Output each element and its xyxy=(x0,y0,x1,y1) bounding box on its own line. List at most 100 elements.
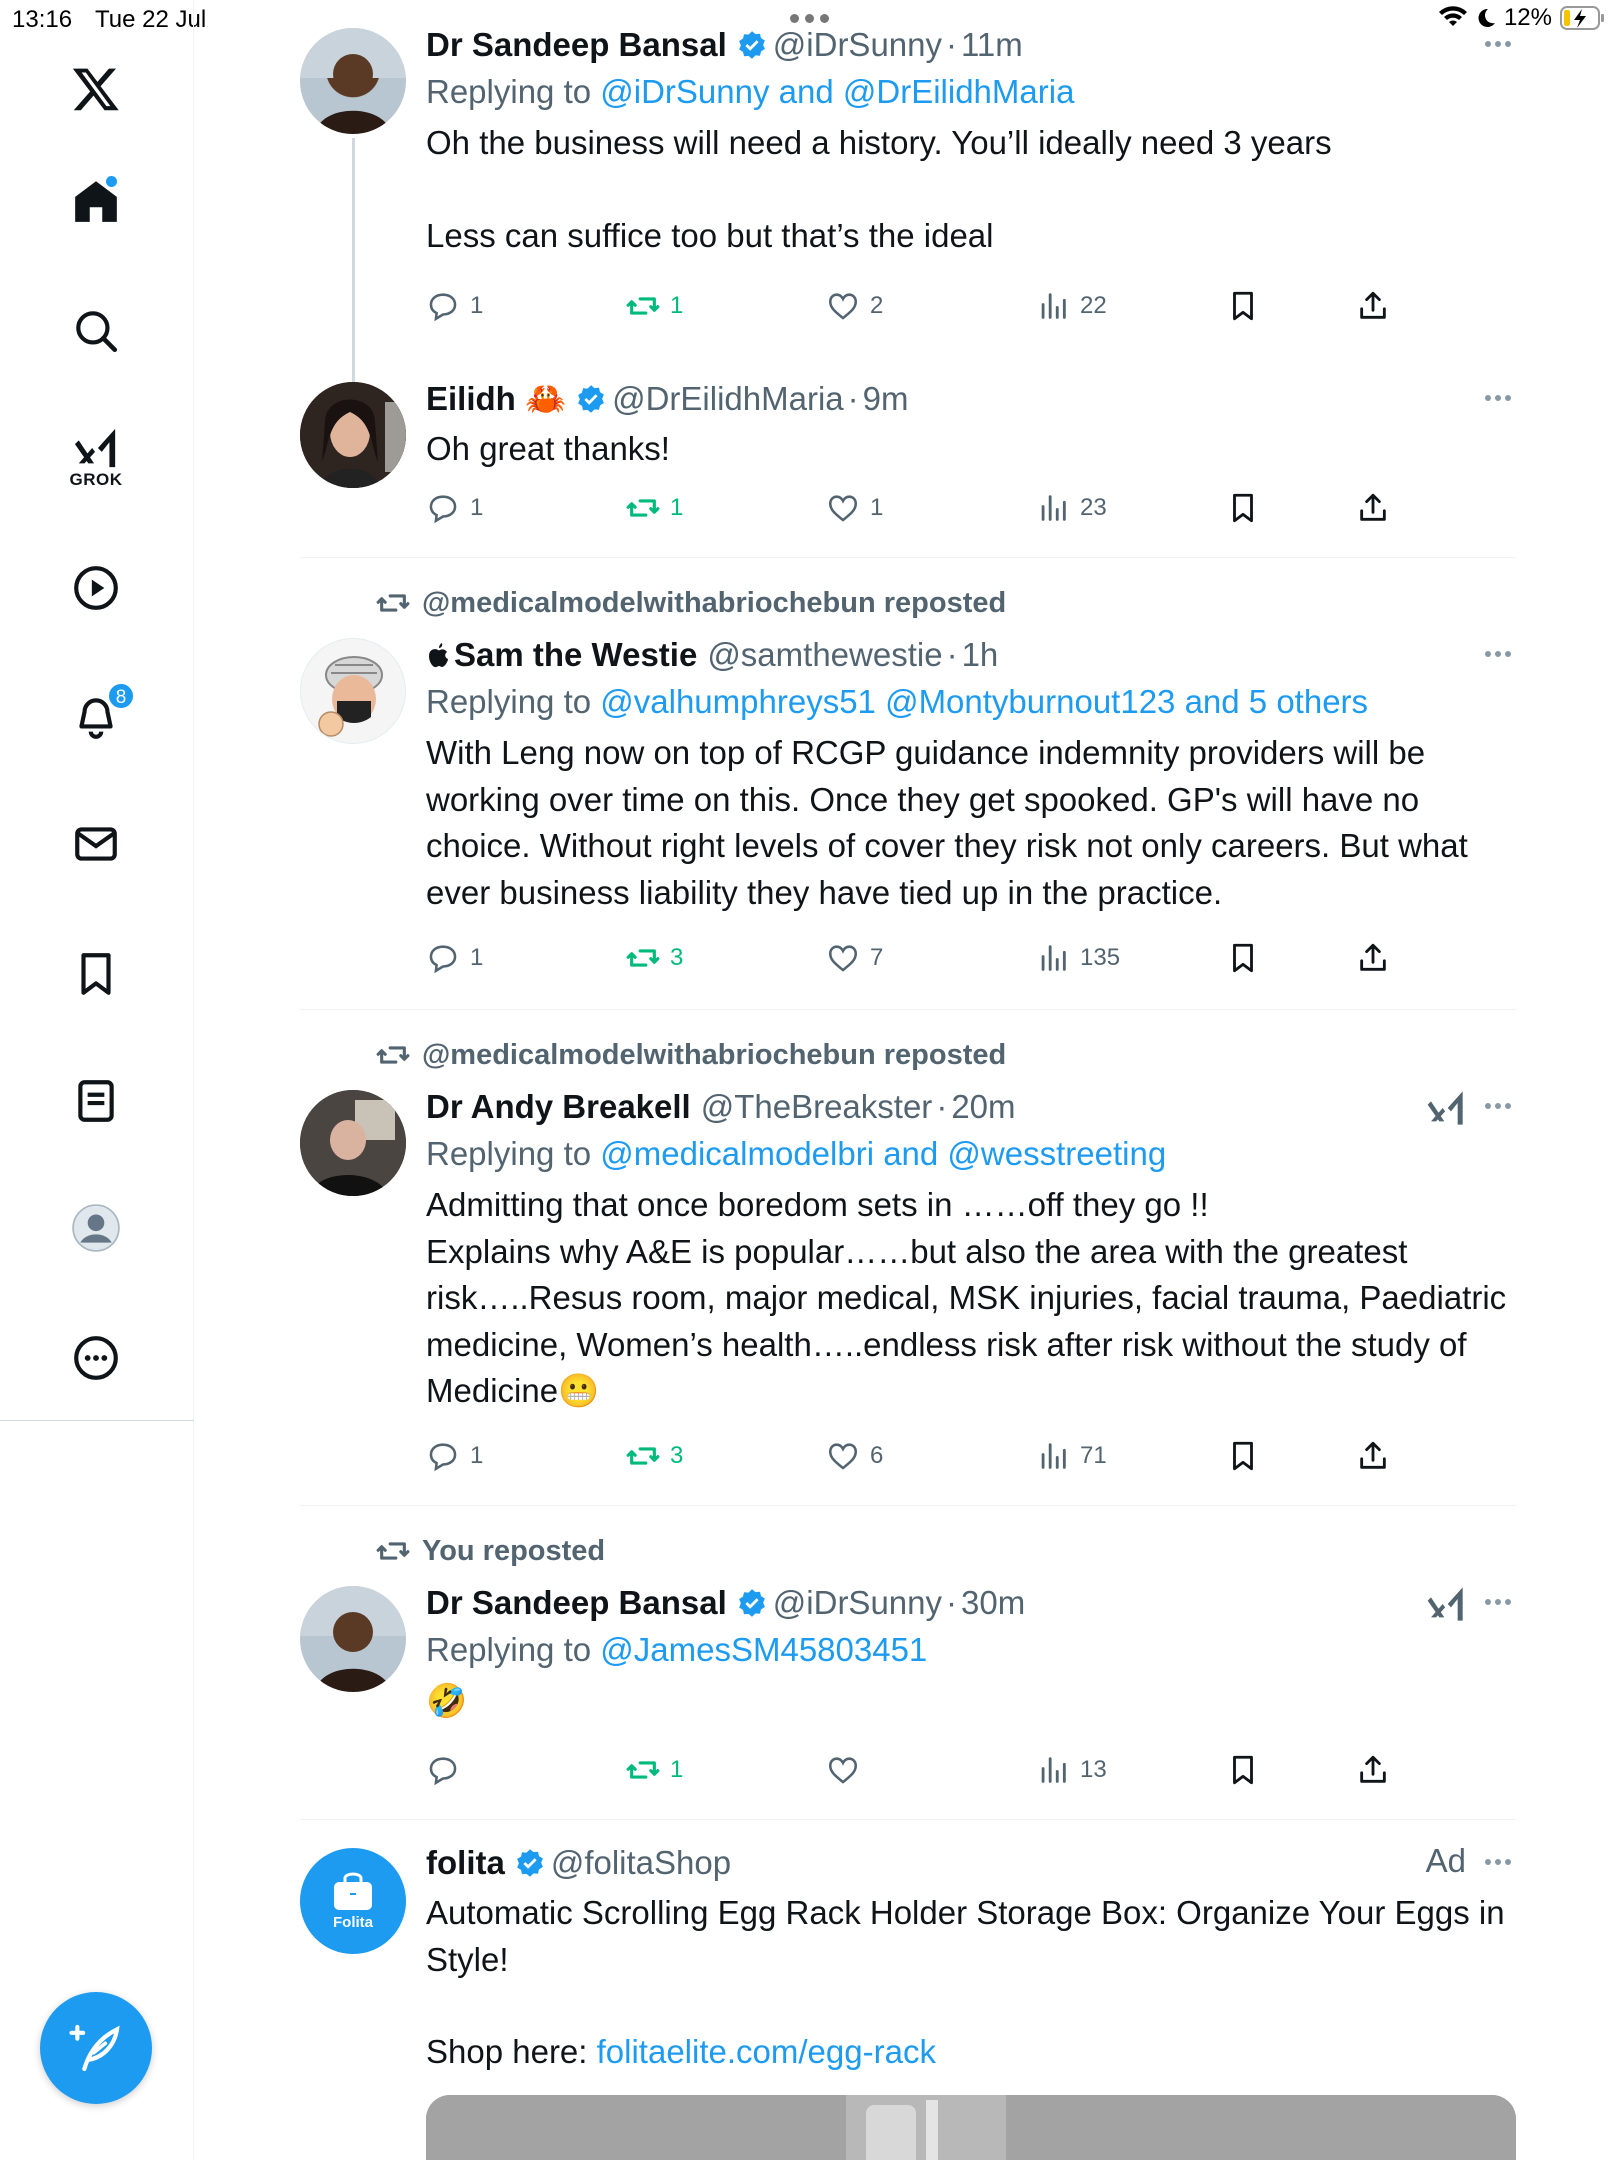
share-button[interactable] xyxy=(1356,284,1390,328)
home-icon[interactable] xyxy=(65,170,127,232)
tweet-time[interactable]: 30m xyxy=(961,1584,1025,1622)
tweet-text: Admitting that once boredom sets in ……of… xyxy=(426,1182,1516,1415)
search-icon[interactable] xyxy=(65,300,127,362)
bookmark-button[interactable] xyxy=(1226,1434,1260,1478)
views-button[interactable]: 22 xyxy=(1036,284,1107,328)
replying-mentions[interactable]: @valhumphreys51 @Montyburnout123 and 5 o… xyxy=(600,683,1368,720)
tweet-text-line: 🤣 xyxy=(426,1682,468,1719)
tweet-text-line: Admitting that once boredom sets in ……of… xyxy=(426,1186,1209,1223)
tweet-time[interactable]: 20m xyxy=(951,1088,1015,1126)
reposted-by[interactable]: @medicalmodelwithabriochebun reposted xyxy=(422,1039,1006,1072)
bookmark-button[interactable] xyxy=(1226,486,1260,530)
grok-icon[interactable] xyxy=(1426,1088,1466,1128)
new-posts-dot xyxy=(106,176,117,187)
views-count: 71 xyxy=(1080,1442,1107,1469)
compose-post-button[interactable] xyxy=(40,1992,152,2104)
shop-link[interactable]: folitaelite.com/egg-rack xyxy=(597,2033,936,2070)
repost-icon xyxy=(626,1761,660,1779)
more-options-icon[interactable] xyxy=(65,1327,127,1389)
more-options-button[interactable] xyxy=(1480,1088,1516,1124)
views-button[interactable]: 135 xyxy=(1036,936,1120,980)
more-options-button[interactable] xyxy=(1480,1844,1516,1880)
bookmark-icon xyxy=(1233,1755,1253,1785)
lists-icon[interactable] xyxy=(65,1070,127,1132)
repost-button[interactable]: 3 xyxy=(626,1434,683,1478)
messages-icon[interactable] xyxy=(65,813,127,875)
reply-button[interactable]: 1 xyxy=(426,1434,483,1478)
like-count: 1 xyxy=(870,494,884,521)
reply-button[interactable]: 1 xyxy=(426,486,483,530)
views-button[interactable]: 23 xyxy=(1036,486,1107,530)
author-handle[interactable]: @DrEilidhMaria xyxy=(612,380,844,418)
reply-icon xyxy=(429,1757,457,1786)
reply-button[interactable]: 1 xyxy=(426,284,483,328)
author-name[interactable]: Dr Sandeep Bansal xyxy=(426,26,727,64)
avatar[interactable] xyxy=(300,638,406,744)
repost-button[interactable]: 1 xyxy=(626,486,683,530)
grok-nav[interactable]: GROK xyxy=(65,425,127,489)
share-icon xyxy=(1360,291,1386,319)
views-chart-icon xyxy=(1041,495,1066,521)
x-logo-icon[interactable] xyxy=(65,58,127,120)
like-button[interactable] xyxy=(826,1748,870,1792)
share-button[interactable] xyxy=(1356,486,1390,530)
repost-button[interactable]: 1 xyxy=(626,1748,683,1792)
avatar[interactable] xyxy=(300,1090,406,1196)
grok-icon xyxy=(74,428,116,468)
bookmark-button[interactable] xyxy=(1226,284,1260,328)
more-options-button[interactable] xyxy=(1480,636,1516,672)
reply-icon xyxy=(429,1443,457,1472)
like-button[interactable]: 1 xyxy=(826,486,883,530)
reply-button[interactable] xyxy=(426,1748,470,1792)
views-chart-icon xyxy=(1041,1443,1066,1469)
author-name[interactable]: Eilidh 🦀 xyxy=(426,380,566,419)
repost-button[interactable]: 1 xyxy=(626,284,683,328)
views-button[interactable]: 71 xyxy=(1036,1434,1107,1478)
share-icon xyxy=(1360,493,1386,521)
author-handle[interactable]: @TheBreakster xyxy=(701,1088,933,1126)
avatar[interactable] xyxy=(300,382,406,488)
author-handle[interactable]: @iDrSunny xyxy=(773,1584,942,1622)
avatar[interactable] xyxy=(300,1586,406,1692)
repost-context: @medicalmodelwithabriochebun reposted xyxy=(376,1038,1006,1072)
author-handle[interactable]: @samthewestie xyxy=(707,636,942,674)
more-options-button[interactable] xyxy=(1480,1584,1516,1620)
replying-mentions[interactable]: @medicalmodelbri and @wesstreeting xyxy=(600,1135,1166,1172)
like-button[interactable]: 6 xyxy=(826,1434,883,1478)
bookmarks-icon[interactable] xyxy=(65,943,127,1005)
author-name[interactable]: Dr Andy Breakell xyxy=(426,1088,691,1126)
advertiser-avatar[interactable]: Folita xyxy=(300,1848,406,1954)
sidebar: GROK 8 xyxy=(0,0,194,2160)
tweet-time[interactable]: 11m xyxy=(961,26,1023,64)
author-handle[interactable]: @folitaShop xyxy=(551,1844,731,1882)
share-button[interactable] xyxy=(1356,1748,1390,1792)
views-button[interactable]: 13 xyxy=(1036,1748,1107,1792)
tweet-time[interactable]: 9m xyxy=(863,380,909,418)
repost-button[interactable]: 3 xyxy=(626,936,683,980)
replying-mentions[interactable]: @iDrSunny and @DrEilidhMaria xyxy=(600,73,1074,110)
replying-mentions[interactable]: @JamesSM45803451 xyxy=(600,1631,927,1668)
profile-avatar-icon[interactable] xyxy=(65,1197,127,1259)
ad-media-image[interactable] xyxy=(426,2095,1516,2160)
reply-button[interactable]: 1 xyxy=(426,936,483,980)
grok-icon[interactable] xyxy=(1426,1584,1466,1624)
tweet-divider xyxy=(300,557,1516,558)
like-button[interactable]: 7 xyxy=(826,936,883,980)
author-name[interactable]: Sam the Westie xyxy=(454,636,697,674)
tweet-time[interactable]: 1h xyxy=(962,636,999,674)
avatar[interactable] xyxy=(300,28,406,134)
reposted-by[interactable]: You reposted xyxy=(422,1535,605,1568)
like-button[interactable]: 2 xyxy=(826,284,883,328)
author-handle[interactable]: @iDrSunny xyxy=(773,26,942,64)
bookmark-button[interactable] xyxy=(1226,1748,1260,1792)
share-button[interactable] xyxy=(1356,936,1390,980)
more-options-button[interactable] xyxy=(1480,26,1516,62)
bookmark-button[interactable] xyxy=(1226,936,1260,980)
notifications-icon[interactable]: 8 xyxy=(65,682,135,747)
more-options-button[interactable] xyxy=(1480,380,1516,416)
author-name[interactable]: Dr Sandeep Bansal xyxy=(426,1584,727,1622)
author-name[interactable]: folita xyxy=(426,1844,505,1882)
share-button[interactable] xyxy=(1356,1434,1390,1478)
reposted-by[interactable]: @medicalmodelwithabriochebun reposted xyxy=(422,587,1006,620)
video-icon[interactable] xyxy=(65,557,127,619)
